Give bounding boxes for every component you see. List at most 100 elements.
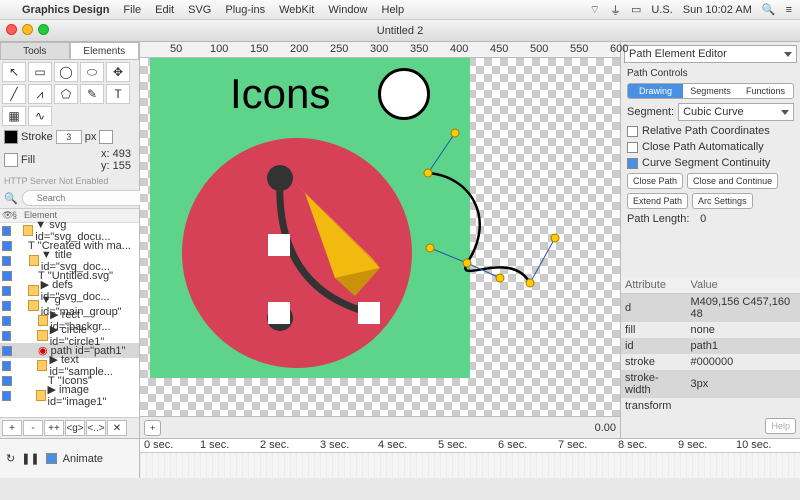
ruler-horizontal: 50100150200250300350400450500550600: [140, 42, 620, 58]
server-status: HTTP Server Not Enabled: [0, 174, 139, 188]
path-length-value: 0: [700, 213, 706, 225]
line-tool[interactable]: ╱: [2, 84, 26, 104]
close-path-button[interactable]: Close Path: [627, 173, 683, 189]
window-titlebar: Untitled 2: [0, 20, 800, 42]
minimize-window-button[interactable]: [22, 24, 33, 35]
polygon-tool[interactable]: ⬠: [54, 84, 78, 104]
add-button[interactable]: +: [2, 420, 22, 436]
timeline-ruler: 0 sec.1 sec.2 sec.3 sec.4 sec.5 sec.6 se…: [140, 439, 800, 453]
macos-menubar: Graphics Design File Edit SVG Plug-ins W…: [0, 0, 800, 20]
battery-icon[interactable]: ⏚: [610, 2, 621, 18]
clock-label[interactable]: Sun 10:02 AM: [683, 4, 752, 16]
animate-label: Animate: [63, 453, 103, 465]
wifi-icon[interactable]: ⌔: [590, 3, 600, 17]
footer-add-button[interactable]: +: [144, 420, 161, 436]
app-name[interactable]: Graphics Design: [22, 4, 109, 16]
menu-window[interactable]: Window: [328, 4, 367, 16]
attr-row[interactable]: transform: [621, 398, 800, 414]
rect-tool[interactable]: ▭: [28, 62, 52, 82]
help-button[interactable]: Help: [765, 418, 796, 434]
stroke-label: Stroke: [21, 131, 53, 143]
menu-plugins[interactable]: Plug-ins: [225, 4, 265, 16]
arc-settings-button[interactable]: Arc Settings: [692, 193, 753, 209]
attr-row[interactable]: fillnone: [621, 322, 800, 338]
image-tool[interactable]: ▦: [2, 106, 26, 126]
add-many-button[interactable]: ++: [44, 420, 64, 436]
group-button[interactable]: <g>: [65, 420, 85, 436]
menu-webkit[interactable]: WebKit: [279, 4, 314, 16]
chevron-down-icon: [784, 52, 792, 57]
menu-file[interactable]: File: [123, 4, 141, 16]
segment-select[interactable]: Cubic Curve: [678, 103, 794, 121]
artboard: Icons: [150, 58, 470, 378]
fill-swatch[interactable]: [4, 153, 18, 167]
timeline-tracks[interactable]: [140, 453, 800, 479]
menu-help[interactable]: Help: [382, 4, 405, 16]
attr-row[interactable]: stroke-width3px: [621, 370, 800, 398]
zoom-window-button[interactable]: [38, 24, 49, 35]
pause-icon[interactable]: ❚❚: [21, 452, 39, 465]
more-button[interactable]: <..>: [86, 420, 106, 436]
transform-tool[interactable]: ✥: [106, 62, 130, 82]
menu-edit[interactable]: Edit: [155, 4, 174, 16]
attr-row[interactable]: stroke#000000: [621, 354, 800, 370]
extend-path-button[interactable]: Extend Path: [627, 193, 688, 209]
timeline-panel: ↻ ❚❚ Animate 0 sec.1 sec.2 sec.3 sec.4 s…: [0, 438, 800, 478]
attributes-table: AttributeValue dM409,156 C457,160 48 fil…: [621, 277, 800, 414]
tab-tools[interactable]: Tools: [0, 42, 70, 60]
panel-selector[interactable]: Path Element Editor: [624, 45, 797, 63]
close-window-button[interactable]: [6, 24, 17, 35]
tab-elements[interactable]: Elements: [70, 42, 140, 60]
polyline-tool[interactable]: ⩘: [28, 84, 52, 104]
continuity-checkbox[interactable]: [627, 158, 638, 169]
fill-label: Fill: [21, 154, 35, 166]
window-title: Untitled 2: [377, 25, 423, 37]
animate-checkbox[interactable]: [46, 453, 57, 464]
attr-row[interactable]: idpath1: [621, 338, 800, 354]
flag-icon[interactable]: ▭: [631, 3, 641, 16]
canvas-footer: + 0.00: [140, 416, 620, 438]
ellipse-tool[interactable]: ⬭: [80, 62, 104, 82]
text-tool[interactable]: T: [106, 84, 130, 104]
circle-tool[interactable]: ◯: [54, 62, 78, 82]
remove-button[interactable]: -: [23, 420, 43, 436]
elements-tree: 👁§Element ▼ svg id="svg_docu... T "Creat…: [0, 208, 139, 417]
canvas-area: 50100150200250300350400450500550600 Icon…: [140, 42, 620, 438]
menu-svg[interactable]: SVG: [188, 4, 211, 16]
menu-icon[interactable]: ≡: [786, 4, 792, 16]
close-auto-checkbox[interactable]: [627, 142, 638, 153]
footer-value: 0.00: [595, 422, 616, 434]
relative-coords-checkbox[interactable]: [627, 126, 638, 137]
search-icon[interactable]: 🔍: [762, 3, 776, 16]
loop-icon[interactable]: ↻: [6, 452, 15, 465]
stroke-width-input[interactable]: [56, 130, 82, 144]
attr-row[interactable]: dM409,156 C457,160 48: [621, 294, 800, 323]
tree-row[interactable]: ▶ image id="image1": [0, 388, 139, 403]
path-tab-group: Drawing Segments Functions: [627, 83, 794, 99]
tool-grid: ↖ ▭ ◯ ⬭ ✥ ╱ ⩘ ⬠ ✎ T ▦ ∿: [0, 60, 139, 128]
stroke-style-swatch[interactable]: [99, 130, 113, 144]
segment-label: Segment:: [627, 106, 674, 118]
tab-functions[interactable]: Functions: [738, 84, 793, 98]
canvas[interactable]: Icons: [140, 58, 620, 416]
path-controls-title: Path Controls: [621, 66, 800, 81]
close-continue-button[interactable]: Close and Continue: [687, 173, 778, 189]
artwork-svg: [160, 58, 620, 378]
tree-row[interactable]: ▼ svg id="svg_docu...: [0, 223, 139, 238]
path-tool[interactable]: ∿: [28, 106, 52, 126]
right-panel: Path Element Editor Path Controls Drawin…: [620, 42, 800, 438]
stroke-swatch[interactable]: [4, 130, 18, 144]
path-length-label: Path Length:: [627, 213, 689, 225]
left-panel: Tools Elements ↖ ▭ ◯ ⬭ ✥ ╱ ⩘ ⬠ ✎ T ▦ ∿ S…: [0, 42, 140, 438]
delete-button[interactable]: ✕: [107, 420, 127, 436]
tab-segments[interactable]: Segments: [683, 84, 738, 98]
search-icon: 🔍: [4, 192, 18, 205]
locale-label: U.S.: [651, 4, 672, 16]
tree-row[interactable]: ▼ title id="svg_doc...: [0, 253, 139, 268]
tree-row[interactable]: ▶ text id="sample...: [0, 358, 139, 373]
tree-row[interactable]: ▶ circle id="circle1": [0, 328, 139, 343]
pointer-tool[interactable]: ↖: [2, 62, 26, 82]
tab-drawing[interactable]: Drawing: [628, 84, 683, 98]
pen-tool[interactable]: ✎: [80, 84, 104, 104]
coord-x: x: 493: [101, 148, 131, 160]
